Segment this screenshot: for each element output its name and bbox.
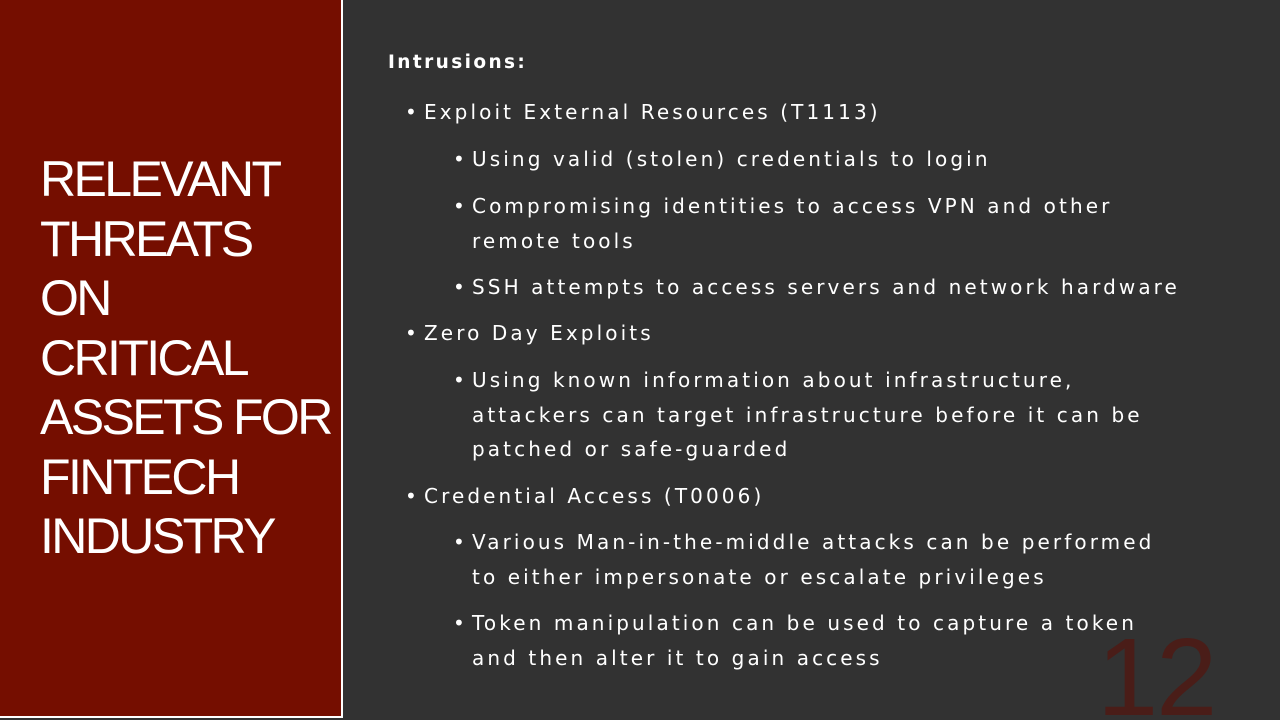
title-line: INDUSTRY — [40, 508, 276, 564]
bullet-item: • Credential Access (T0006) — [405, 484, 765, 519]
bullet-text: remote tools — [472, 228, 636, 253]
bullet-glyph: • — [453, 368, 468, 392]
bullet-glyph: • — [405, 100, 420, 124]
bullet-text: Various Man-in-the-middle attacks can be… — [472, 530, 1155, 554]
bullet-text: Using valid (stolen) credentials to logi… — [472, 147, 991, 171]
title-line: RELEVANT — [40, 151, 282, 207]
bullet-glyph: • — [453, 530, 468, 554]
bullet-text: SSH attempts to access servers and netwo… — [472, 275, 1180, 299]
bullet-glyph: • — [405, 321, 420, 345]
sub-bullet-item: • Compromising identities to access VPN … — [453, 194, 1113, 263]
section-heading: Intrusions: — [388, 52, 528, 73]
bullet-glyph: • — [453, 275, 468, 299]
title-line: FINTECH — [40, 448, 241, 505]
bullet-text: Credential Access (T0006) — [424, 484, 765, 508]
bullet-glyph: • — [453, 194, 468, 218]
title-line: THREATS — [40, 210, 254, 267]
title-line: ASSETS FOR — [40, 389, 333, 445]
bullet-glyph: • — [405, 484, 420, 508]
sub-bullet-item: • Using valid (stolen) credentials to lo… — [453, 147, 991, 182]
slide-title: RELEVANT THREATS ON CRITICAL ASSETS FOR … — [40, 150, 333, 567]
page-number: 12 — [1097, 616, 1217, 720]
bullet-text: to either impersonate or escalate privil… — [472, 564, 1047, 589]
title-panel: RELEVANT THREATS ON CRITICAL ASSETS FOR … — [0, 0, 343, 718]
bullet-item: • Zero Day Exploits — [405, 321, 654, 356]
sub-bullet-item: • SSH attempts to access servers and net… — [453, 275, 1180, 310]
bullet-text: Zero Day Exploits — [424, 321, 654, 345]
sub-bullet-item: • Token manipulation can be used to capt… — [453, 611, 1137, 680]
bullet-text: attackers can target infrastructure befo… — [472, 402, 1143, 427]
bullet-glyph: • — [453, 611, 468, 635]
bullet-text: Exploit External Resources (T1113) — [424, 100, 881, 124]
bullet-item: • Exploit External Resources (T1113) — [405, 100, 881, 135]
title-line: ON — [40, 270, 112, 326]
bullet-glyph: • — [453, 147, 468, 171]
bullet-text: Token manipulation can be used to captur… — [472, 611, 1137, 635]
bullet-text: Using known information about infrastruc… — [472, 368, 1075, 392]
title-line: CRITICAL — [40, 329, 250, 386]
sub-bullet-item: • Using known information about infrastr… — [453, 368, 1143, 472]
bullet-text: Compromising identities to access VPN an… — [472, 194, 1113, 218]
bullet-text: patched or safe-guarded — [472, 437, 791, 461]
sub-bullet-item: • Various Man-in-the-middle attacks can … — [453, 530, 1155, 599]
slide: RELEVANT THREATS ON CRITICAL ASSETS FOR … — [0, 0, 1280, 720]
bullet-text: and then alter it to gain access — [472, 645, 883, 670]
